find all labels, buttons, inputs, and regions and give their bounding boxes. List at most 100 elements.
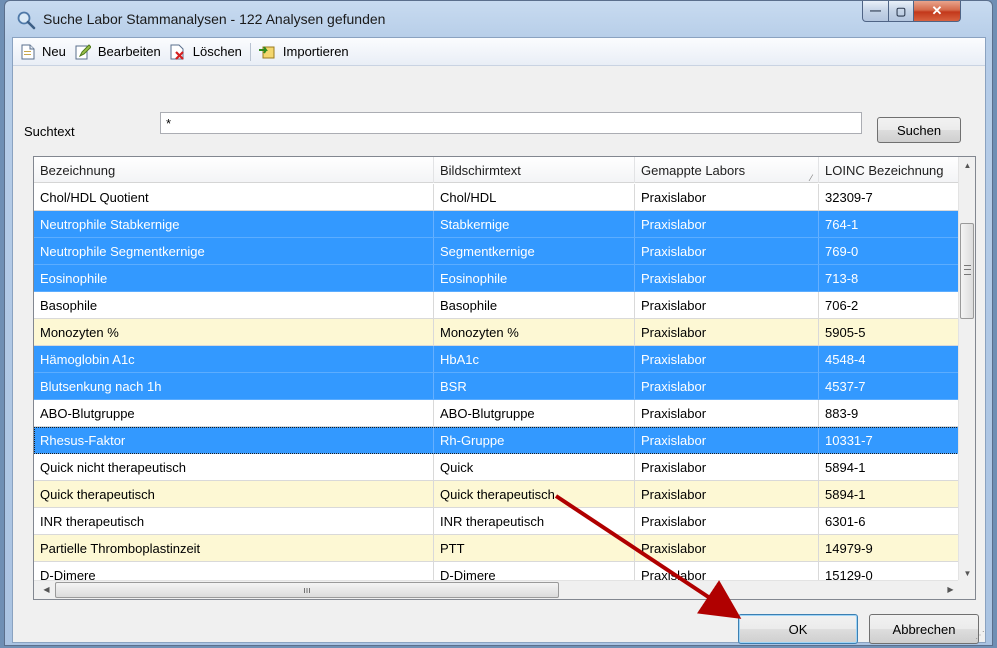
cell-loinc: 713-8 [819, 265, 959, 291]
cell-loinc: 769-0 [819, 238, 959, 264]
cell-gemappte-labors: Praxislabor [635, 292, 819, 318]
cell-loinc: 4537-7 [819, 373, 959, 399]
cell-bezeichnung: Quick nicht therapeutisch [34, 454, 434, 480]
maximize-icon: ▢ [895, 5, 907, 18]
cell-bildschirmtext: Monozyten % [434, 319, 635, 345]
column-header-bildschirmtext[interactable]: Bildschirmtext [434, 157, 635, 183]
dialog-window: Suche Labor Stammanalysen - 122 Analysen… [4, 0, 993, 646]
delete-button-label: Löschen [192, 44, 242, 59]
edit-icon [75, 43, 91, 59]
cell-loinc: 706-2 [819, 292, 959, 318]
new-button[interactable]: Neu [17, 41, 71, 63]
cell-bildschirmtext: Eosinophile [434, 265, 635, 291]
cell-bezeichnung: Partielle Thromboplastinzeit [34, 535, 434, 561]
cell-loinc: 764-1 [819, 211, 959, 237]
cell-bezeichnung: ABO-Blutgruppe [34, 400, 434, 426]
edit-button[interactable]: Bearbeiten [71, 41, 166, 63]
minimize-button[interactable]: — [862, 1, 889, 22]
grip-icon [964, 265, 971, 275]
cell-bildschirmtext: BSR [434, 373, 635, 399]
column-header-gemappte-labors[interactable]: Gemappte Labors ⁄ [635, 157, 819, 183]
vertical-scroll-thumb[interactable] [960, 223, 974, 319]
cell-bezeichnung: Rhesus-Faktor [34, 427, 434, 453]
cell-bezeichnung: Hämoglobin A1c [34, 346, 434, 372]
cell-gemappte-labors: Praxislabor [635, 184, 819, 210]
close-button[interactable]: ✕ [913, 1, 961, 22]
table-row[interactable]: Hämoglobin A1c HbA1c Praxislabor 4548-4 [34, 346, 959, 373]
cell-bezeichnung: INR therapeutisch [34, 508, 434, 534]
cell-gemappte-labors: Praxislabor [635, 373, 819, 399]
table-row[interactable]: Monozyten % Monozyten % Praxislabor 5905-5 [34, 319, 959, 346]
scroll-up-icon[interactable]: ▲ [959, 157, 975, 174]
scroll-right-icon[interactable]: ▶ [942, 581, 959, 599]
table-row[interactable]: Partielle Thromboplastinzeit PTT Praxislab… [34, 535, 959, 562]
cell-bildschirmtext: PTT [434, 535, 635, 561]
delete-icon [170, 44, 184, 60]
vertical-scrollbar[interactable]: ▲ ▼ [958, 157, 975, 582]
magnifier-icon [17, 11, 36, 30]
cell-bezeichnung: Monozyten % [34, 319, 434, 345]
search-label: Suchtext [24, 124, 75, 139]
cell-loinc: 883-9 [819, 400, 959, 426]
table-row[interactable]: Neutrophile Segmentkernige Segmentkernige… [34, 238, 959, 265]
window-title: Suche Labor Stammanalysen - 122 Analysen… [43, 11, 386, 27]
cell-loinc: 14979-9 [819, 535, 959, 561]
table-row[interactable]: Chol/HDL Quotient Chol/HDL Praxislabor 3230… [34, 184, 959, 211]
cell-gemappte-labors: Praxislabor [635, 508, 819, 534]
cell-bildschirmtext: HbA1c [434, 346, 635, 372]
cell-bildschirmtext: Quick [434, 454, 635, 480]
grid-rows: Chol/HDL Quotient Chol/HDL Praxislabor 3230… [34, 184, 959, 589]
ok-button[interactable]: OK [738, 614, 858, 644]
table-row[interactable]: INR therapeutisch INR therapeutisch Praxis… [34, 508, 959, 535]
cell-gemappte-labors: Praxislabor [635, 211, 819, 237]
cell-loinc: 6301-6 [819, 508, 959, 534]
table-row[interactable]: Rhesus-Faktor Rh-Gruppe Praxislabor 10331-7 [34, 427, 959, 454]
search-input[interactable] [160, 112, 862, 134]
cell-loinc: 5905-5 [819, 319, 959, 345]
table-row[interactable]: Neutrophile Stabkernige Stabkernige Praxis… [34, 211, 959, 238]
cell-bildschirmtext: Rh-Gruppe [434, 427, 635, 453]
cell-bezeichnung: Quick therapeutisch [34, 481, 434, 507]
cell-bildschirmtext: Quick therapeutisch [434, 481, 635, 507]
dialog-client-area: Neu Bearbeiten Löschen Importieren Sucht… [12, 37, 986, 644]
cell-gemappte-labors: Praxislabor [635, 238, 819, 264]
grid-header: Bezeichnung Bildschirmtext Gemappte Labo… [34, 157, 959, 183]
table-row[interactable]: ABO-Blutgruppe ABO-Blutgruppe Praxislabor 8… [34, 400, 959, 427]
column-header-loinc[interactable]: LOINC Bezeichnung [819, 157, 959, 183]
cell-gemappte-labors: Praxislabor [635, 400, 819, 426]
horizontal-scrollbar[interactable]: ◀ ııı ▶ [34, 580, 959, 599]
close-icon: ✕ [931, 3, 943, 18]
cell-gemappte-labors: Praxislabor [635, 481, 819, 507]
resize-grip-icon[interactable]: ⋰ [975, 630, 985, 641]
cell-bildschirmtext: Basophile [434, 292, 635, 318]
new-document-icon [21, 44, 35, 59]
cell-bezeichnung: Neutrophile Stabkernige [34, 211, 434, 237]
edit-button-label: Bearbeiten [97, 44, 161, 59]
horizontal-scroll-thumb[interactable]: ııı [55, 582, 559, 598]
import-icon [258, 45, 275, 58]
search-button[interactable]: Suchen [877, 117, 961, 143]
table-row[interactable]: Blutsenkung nach 1h BSR Praxislabor 4537-7 [34, 373, 959, 400]
import-button[interactable]: Importieren [254, 41, 354, 63]
table-row[interactable]: Quick nicht therapeutisch Quick Praxislabo… [34, 454, 959, 481]
cell-bezeichnung: Eosinophile [34, 265, 434, 291]
cell-loinc: 10331-7 [819, 427, 959, 453]
sort-indicator-icon: ⁄ [810, 173, 812, 183]
cell-loinc: 5894-1 [819, 454, 959, 480]
cell-bezeichnung: Blutsenkung nach 1h [34, 373, 434, 399]
cancel-button[interactable]: Abbrechen [869, 614, 979, 644]
column-header-bezeichnung[interactable]: Bezeichnung [34, 157, 434, 183]
minimize-icon: — [870, 5, 881, 17]
table-row[interactable]: Eosinophile Eosinophile Praxislabor 713-8 [34, 265, 959, 292]
cell-bildschirmtext: INR therapeutisch [434, 508, 635, 534]
table-row[interactable]: Quick therapeutisch Quick therapeutisch Pr… [34, 481, 959, 508]
scroll-left-icon[interactable]: ◀ [38, 581, 55, 599]
maximize-button[interactable]: ▢ [888, 1, 914, 22]
title-bar[interactable]: Suche Labor Stammanalysen - 122 Analysen… [5, 1, 992, 37]
analyses-grid[interactable]: Bezeichnung Bildschirmtext Gemappte Labo… [33, 156, 976, 600]
cell-bezeichnung: Chol/HDL Quotient [34, 184, 434, 210]
delete-button[interactable]: Löschen [166, 41, 247, 63]
cell-gemappte-labors: Praxislabor [635, 346, 819, 372]
table-row[interactable]: Basophile Basophile Praxislabor 706-2 [34, 292, 959, 319]
import-button-label: Importieren [282, 44, 349, 59]
